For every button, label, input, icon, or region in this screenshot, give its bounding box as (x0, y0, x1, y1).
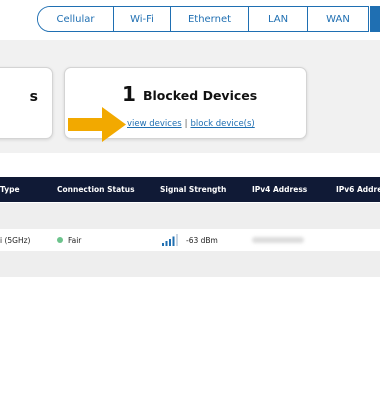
col-signal-strength: Signal Strength (160, 185, 227, 194)
col-ipv6: IPv6 Addre (336, 185, 380, 194)
status-dot-icon (57, 237, 63, 243)
col-type: Type (0, 185, 20, 194)
blocked-links: view devices | block device(s) (127, 119, 255, 129)
section-tabs: Cellular Wi-Fi Ethernet LAN WAN (37, 6, 369, 32)
tab-ethernet[interactable]: Ethernet (171, 7, 249, 31)
router-page: Cellular Wi-Fi Ethernet LAN WAN s 1 Bloc… (0, 0, 380, 400)
blocked-count: 1 (122, 82, 136, 106)
block-devices-link[interactable]: block device(s) (191, 119, 255, 129)
col-connection-status: Connection Status (57, 185, 135, 194)
table-header: Type Connection Status Signal Strength I… (0, 177, 380, 202)
tab-cellular[interactable]: Cellular (38, 7, 114, 31)
cell-signal: -63 dBm (186, 236, 218, 245)
arrow-pointer-icon (68, 107, 126, 142)
view-devices-link[interactable]: view devices (127, 119, 182, 129)
cell-type: i (5GHz) (0, 236, 31, 245)
link-separator: | (184, 119, 188, 129)
blocked-title: Blocked Devices (143, 88, 258, 103)
status-text: Fair (68, 236, 82, 245)
table-group-row (0, 251, 380, 277)
connected-devices-card: s (0, 67, 53, 139)
tab-lan[interactable]: LAN (249, 7, 308, 31)
col-ipv4: IPv4 Address (252, 185, 308, 194)
table-row[interactable]: i (5GHz) Fair -63 dBm (0, 229, 380, 251)
card-title-fragment: s (29, 89, 38, 105)
signal-bars-icon (162, 234, 178, 246)
tab-wifi[interactable]: Wi-Fi (114, 7, 171, 31)
tab-active-partial[interactable] (370, 6, 380, 32)
cell-status: Fair (57, 236, 81, 245)
redacted-ipv4 (252, 237, 304, 243)
table-group-row (0, 203, 380, 229)
tab-wan[interactable]: WAN (308, 7, 368, 31)
